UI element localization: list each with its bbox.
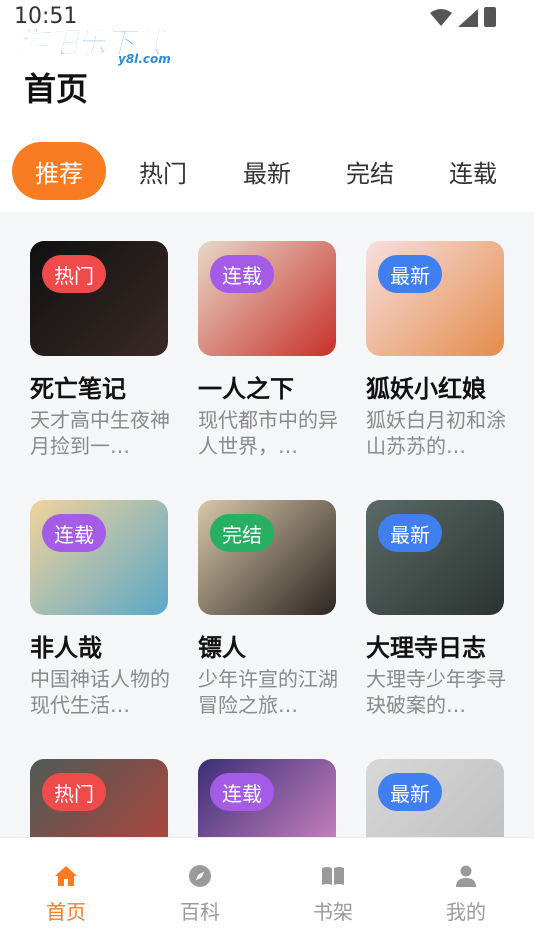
battery-icon [484,7,496,27]
signal-icon [458,9,478,27]
nav-home[interactable]: 首页 [21,860,111,930]
status-badge: 完结 [210,514,274,552]
status-badge: 最新 [378,255,442,293]
comic-description: 大理寺少年李寻玦破案的… [366,667,506,717]
status-badge: 最新 [378,773,442,811]
comic-description: 中国神话人物的现代生活… [30,667,170,717]
comic-description: 狐妖白月初和涂山苏苏的… [366,408,506,458]
wifi-icon [430,9,452,26]
tab-4[interactable]: 连载 [428,142,518,200]
watermark-url: y8l.com [118,52,171,66]
comic-description: 现代都市中的异人世界，… [198,408,338,458]
comic-title: 狐妖小红娘 [366,375,486,403]
status-badge: 热门 [42,773,106,811]
nav-label: 书架 [313,900,353,924]
tab-2[interactable]: 最新 [222,142,312,200]
status-icons [430,7,496,27]
comic-description: 少年许宣的江湖冒险之旅… [198,667,338,717]
tab-1[interactable]: 热门 [118,142,208,200]
comic-title: 非人哉 [30,634,102,662]
category-tabs: 推荐 热门 最新 完结 连载 [0,142,534,202]
content-grid: 热门 死亡笔记 天才高中生夜神月捡到一… 连载 一人之下 现代都市中的异人世界，… [0,212,534,837]
nav-label: 首页 [46,900,86,924]
nav-wiki[interactable]: 百科 [155,860,245,930]
status-badge: 连载 [210,773,274,811]
compass-icon [189,865,211,887]
comic-description: 天才高中生夜神月捡到一… [30,408,170,458]
status-badge: 连载 [42,514,106,552]
bottom-nav: 首页 百科 书架 我的 [0,837,534,949]
user-icon [456,865,476,887]
comic-title: 死亡笔记 [30,375,126,403]
status-badge: 最新 [378,514,442,552]
nav-profile[interactable]: 我的 [421,860,511,930]
nav-bookshelf[interactable]: 书架 [288,860,378,930]
page-title: 首页 [24,70,89,108]
comic-title: 一人之下 [198,375,294,403]
nav-label: 百科 [180,900,220,924]
tab-3[interactable]: 完结 [325,142,415,200]
nav-label: 我的 [446,900,486,924]
book-icon [322,867,344,885]
status-badge: 热门 [42,255,106,293]
home-icon [55,866,77,886]
comic-title: 镖人 [198,634,246,662]
status-badge: 连载 [210,255,274,293]
tab-0[interactable]: 推荐 [12,142,106,200]
comic-title: 大理寺日志 [366,634,486,662]
watermark-logo: 游吧乐下载 y8l.com [18,18,188,67]
